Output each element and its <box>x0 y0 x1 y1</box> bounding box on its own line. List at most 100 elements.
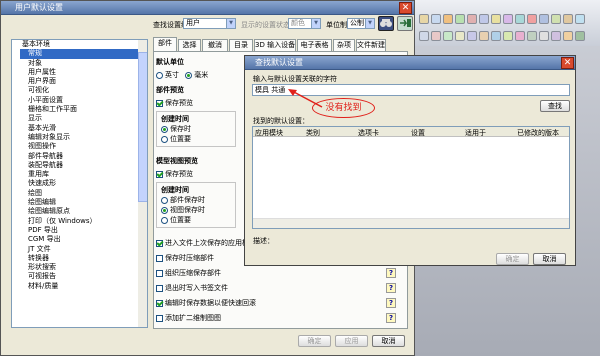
toolbar-icon-20[interactable] <box>479 31 489 41</box>
import-defaults-button[interactable] <box>397 16 413 31</box>
tab-6[interactable]: 杂项 <box>333 39 355 51</box>
model-on-demand-radio[interactable] <box>161 216 168 224</box>
unit-inch-radio[interactable] <box>156 71 163 79</box>
toolbar-icon-1[interactable] <box>419 14 429 24</box>
toolbar-icon-14[interactable] <box>575 14 585 24</box>
toolbar-icon-28[interactable] <box>575 31 585 41</box>
tree-item[interactable]: 可视报告 <box>20 272 147 281</box>
tab-0[interactable]: 部件 <box>153 37 177 52</box>
toolbar-icon-25[interactable] <box>539 31 549 41</box>
toolbar-icon-12[interactable] <box>551 14 561 24</box>
find-cancel-button[interactable]: 取消 <box>533 253 566 265</box>
part-save-time-radio[interactable] <box>161 196 168 204</box>
help-icon[interactable]: ? <box>386 313 396 323</box>
results-column-header[interactable]: 选项卡 <box>358 128 379 138</box>
results-column-header[interactable]: 适用于 <box>465 128 486 138</box>
tree-item[interactable]: 基本光滑 <box>20 124 147 133</box>
tree-item[interactable]: PDF 导出 <box>20 226 147 235</box>
toolbar-icon-8[interactable] <box>503 14 513 24</box>
apply-button[interactable]: 应用 <box>335 335 368 347</box>
results-column-header[interactable]: 应用模块 <box>255 128 283 138</box>
toolbar-icon-17[interactable] <box>443 31 453 41</box>
toolbar-icon-18[interactable] <box>455 31 465 41</box>
toolbar-icon-6[interactable] <box>479 14 489 24</box>
tree-item[interactable]: JT 文件 <box>20 245 147 254</box>
toolbar-icon-4[interactable] <box>455 14 465 24</box>
tab-4[interactable]: 3D 输入设备 <box>254 39 296 51</box>
toolbar-icon-27[interactable] <box>563 31 573 41</box>
tree-item[interactable]: 绘图 <box>20 189 147 198</box>
help-icon[interactable]: ? <box>386 268 396 278</box>
save-time-radio[interactable] <box>161 125 168 133</box>
search-level-select[interactable]: 用户 ▼ <box>183 18 236 29</box>
tree-item[interactable]: 绘图编辑原点 <box>20 207 147 216</box>
results-scrollbar[interactable] <box>253 218 569 228</box>
toolbar-icon-22[interactable] <box>503 31 513 41</box>
option-checkbox[interactable] <box>156 314 163 322</box>
toolbar-icon-11[interactable] <box>539 14 549 24</box>
help-icon[interactable]: ? <box>386 283 396 293</box>
toolbar-icon-16[interactable] <box>431 31 441 41</box>
tree-item[interactable]: 用户属性 <box>20 68 147 77</box>
toolbar-icon-9[interactable] <box>515 14 525 24</box>
unit-select[interactable]: 公制 ▼ <box>347 18 375 29</box>
tree-item[interactable]: 可视化 <box>20 86 147 95</box>
tree-item[interactable]: 部件导航器 <box>20 152 147 161</box>
tree-item[interactable]: 快速成形 <box>20 179 147 188</box>
on-demand-radio[interactable] <box>161 135 168 143</box>
tree-item[interactable]: CGM 导出 <box>20 235 147 244</box>
toolbar-icon-5[interactable] <box>467 14 477 24</box>
tree-item[interactable]: 编辑对象显示 <box>20 133 147 142</box>
view-save-time-radio[interactable] <box>161 206 168 214</box>
option-checkbox[interactable] <box>156 254 163 262</box>
results-column-header[interactable]: 设置 <box>411 128 425 138</box>
toolbar-icon-10[interactable] <box>527 14 537 24</box>
find-button[interactable]: 查找 <box>540 100 570 112</box>
tab-2[interactable]: 撤消 <box>202 39 228 51</box>
help-icon[interactable]: ? <box>386 298 396 308</box>
tree-item[interactable]: 材料/质量 <box>20 282 147 291</box>
tree-item[interactable]: 对象 <box>20 59 147 68</box>
find-ok-button[interactable]: 确定 <box>496 253 529 265</box>
tree-item[interactable]: 栅格和工作平面 <box>20 105 147 114</box>
tree-scroll-thumb[interactable] <box>138 52 147 202</box>
tree-item[interactable]: 转换器 <box>20 254 147 263</box>
results-column-header[interactable]: 已修改的版本 <box>517 128 559 138</box>
option-checkbox[interactable] <box>156 239 163 247</box>
toolbar-icon-26[interactable] <box>551 31 561 41</box>
tree-item[interactable]: 绘图编辑 <box>20 198 147 207</box>
ok-button[interactable]: 确定 <box>298 335 331 347</box>
option-checkbox[interactable] <box>156 284 163 292</box>
cancel-button[interactable]: 取消 <box>372 335 405 347</box>
model-save-preview-checkbox[interactable] <box>156 170 163 178</box>
tree-item[interactable]: 基本环境 <box>20 40 147 49</box>
save-preview-checkbox[interactable] <box>156 99 163 107</box>
find-close-icon[interactable]: ✕ <box>561 57 574 69</box>
option-checkbox[interactable] <box>156 269 163 277</box>
tab-5[interactable]: 电子表格 <box>297 39 332 51</box>
close-icon[interactable]: ✕ <box>399 2 412 14</box>
toolbar-icon-7[interactable] <box>491 14 501 24</box>
tab-1[interactable]: 选择 <box>178 39 201 51</box>
unit-mm-radio[interactable] <box>185 71 193 79</box>
option-checkbox[interactable] <box>156 299 163 307</box>
toolbar-icon-3[interactable] <box>443 14 453 24</box>
toolbar-icon-13[interactable] <box>563 14 573 24</box>
tree-item[interactable]: 打印（仅 Windows） <box>20 217 147 226</box>
category-tree[interactable]: 基本环境 常规 对象 用户属性 用户界面 可视化 小平面设置 栅格和工作平面 显示 基本光滑 编辑对… <box>11 39 148 328</box>
tab-7[interactable]: 文件新建 <box>356 39 386 51</box>
tree-item[interactable]: 小平面设置 <box>20 96 147 105</box>
tree-item[interactable]: 显示 <box>20 114 147 123</box>
manage-current-settings-button[interactable] <box>378 16 394 31</box>
toolbar-icon-23[interactable] <box>515 31 525 41</box>
tree-item[interactable]: 常规 <box>20 49 147 59</box>
tree-item[interactable]: 装配导航器 <box>20 161 147 170</box>
toolbar-icon-15[interactable] <box>419 31 429 41</box>
toolbar-icon-24[interactable] <box>527 31 537 41</box>
tab-3[interactable]: 目录 <box>229 39 253 51</box>
toolbar-icon-21[interactable] <box>491 31 501 41</box>
tree-item[interactable]: 视图操作 <box>20 142 147 151</box>
display-status-select[interactable]: 颜色 ▼ <box>288 18 321 29</box>
toolbar-icon-19[interactable] <box>467 31 477 41</box>
toolbar-icon-2[interactable] <box>431 14 441 24</box>
